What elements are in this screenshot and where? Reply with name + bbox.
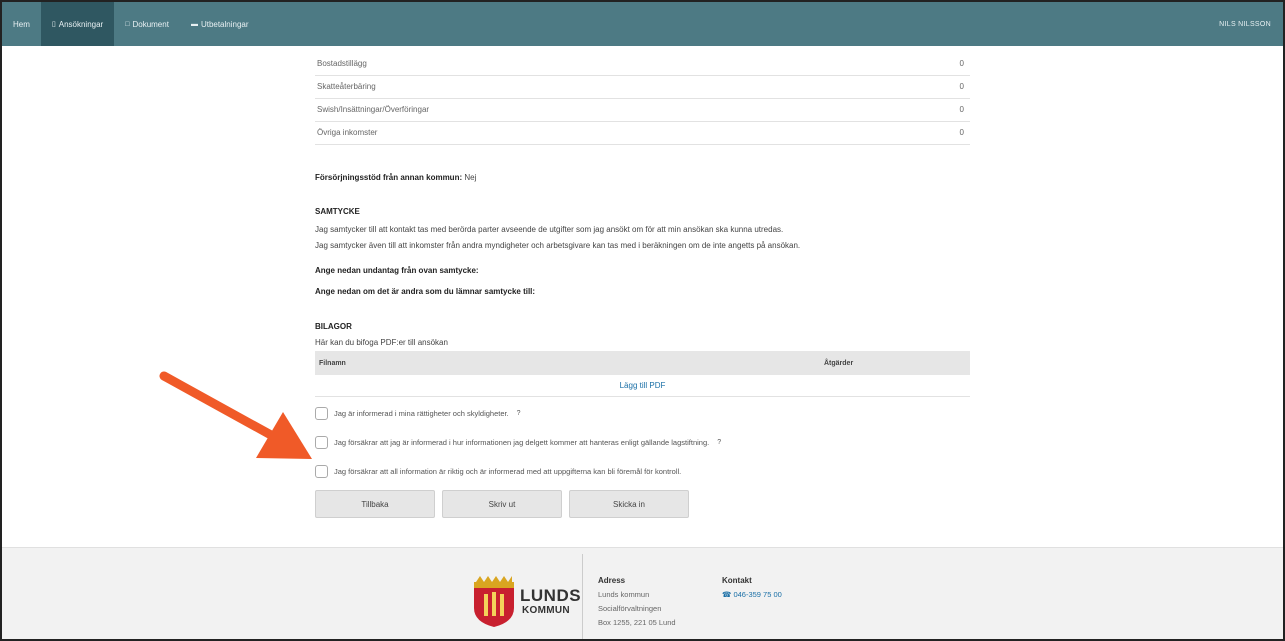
attachments-subtitle: Här kan du bifoga PDF:er till ansökan xyxy=(315,338,448,347)
income-value: 0 xyxy=(930,121,970,145)
footer-contact: Kontakt ☎ 046-359 75 00 xyxy=(722,574,782,602)
nav-item-ansokningar[interactable]: ▯ Ansökningar xyxy=(40,2,115,46)
attachments-header: Filnamn Åtgärder xyxy=(315,351,970,375)
income-label: Skatteåterbäring xyxy=(315,75,930,99)
table-row: Bostadstillägg 0 xyxy=(315,52,970,76)
logo-text-lunds: LUNDS xyxy=(520,586,582,605)
phone-number: 046-359 75 00 xyxy=(733,590,782,599)
income-section: Bostadstillägg 0 Skatteåterbäring 0 Swis… xyxy=(315,52,970,145)
nav-item-dokument[interactable]: □ Dokument xyxy=(114,2,180,46)
support-line: Försörjningsstöd från annan kommun: Nej xyxy=(315,173,476,182)
attachments-table: Filnamn Åtgärder Lägg till PDF xyxy=(315,351,970,397)
income-value: 0 xyxy=(930,98,970,122)
support-label: Försörjningsstöd från annan kommun: xyxy=(315,173,463,182)
check-handling: Jag försäkrar att jag är informerad i hu… xyxy=(315,436,721,449)
footer-address: Adress Lunds kommun Socialförvaltningen … xyxy=(598,574,676,630)
attachments-row: Lägg till PDF xyxy=(315,375,970,397)
consent-others: Ange nedan om det är andra som du lämnar… xyxy=(315,287,536,296)
support-value: Nej xyxy=(464,173,477,182)
income-table: Bostadstillägg 0 Skatteåterbäring 0 Swis… xyxy=(315,52,970,145)
col-actions: Åtgärder xyxy=(824,359,854,367)
help-icon[interactable]: ? xyxy=(517,410,521,417)
income-value: 0 xyxy=(930,52,970,76)
phone-link[interactable]: ☎ 046-359 75 00 xyxy=(722,588,782,602)
nav-item-label: Dokument xyxy=(132,19,169,29)
file-icon: □ xyxy=(125,20,130,28)
nav-item-label: Utbetalningar xyxy=(200,19,249,29)
income-label: Swish/Insättningar/Överföringar xyxy=(315,98,930,122)
consent-text-1: Jag samtycker till att kontakt tas med b… xyxy=(315,225,784,234)
nav-item-hem[interactable]: Hem xyxy=(2,2,41,46)
check-rights: Jag är informerad i mina rättigheter och… xyxy=(315,407,521,420)
address-line: Lunds kommun xyxy=(598,590,650,599)
nav-item-label: Ansökningar xyxy=(58,19,104,29)
col-filename: Filnamn xyxy=(319,359,346,367)
check-label: Jag försäkrar att all information är rik… xyxy=(334,467,682,476)
check-label: Jag försäkrar att jag är informerad i hu… xyxy=(334,438,710,447)
attachments-heading: BILAGOR xyxy=(315,322,352,331)
contact-title: Kontakt xyxy=(722,576,752,585)
table-row: Swish/Insättningar/Överföringar 0 xyxy=(315,98,970,122)
card-icon: ▬ xyxy=(190,20,198,28)
income-label: Övriga inkomster xyxy=(315,121,930,145)
consent-heading: SAMTYCKE xyxy=(315,207,360,216)
address-line: Socialförvaltningen xyxy=(598,604,662,613)
user-name[interactable]: NILS NILSSON xyxy=(1219,21,1271,28)
footer-divider xyxy=(582,554,583,639)
check-label: Jag är informerad i mina rättigheter och… xyxy=(334,409,509,418)
check-accuracy: Jag försäkrar att all information är rik… xyxy=(315,465,681,478)
consent-text-2: Jag samtycker även till att inkomster fr… xyxy=(315,241,801,250)
table-row: Skatteåterbäring 0 xyxy=(315,75,970,99)
back-button[interactable]: Tillbaka xyxy=(315,490,435,518)
document-icon: ▯ xyxy=(51,21,56,28)
income-value: 0 xyxy=(930,75,970,99)
top-nav: Hem ▯ Ansökningar □ Dokument ▬ Utbetalni… xyxy=(2,2,1283,46)
income-label: Bostadstillägg xyxy=(315,52,930,76)
logo-text-kommun: KOMMUN xyxy=(522,605,570,616)
nav-item-utbetalningar[interactable]: ▬ Utbetalningar xyxy=(180,2,260,46)
nav-item-label: Hem xyxy=(13,19,30,29)
arrow-annotation xyxy=(159,371,312,459)
print-button[interactable]: Skriv ut xyxy=(442,490,562,518)
consent-exceptions: Ange nedan undantag från ovan samtycke: xyxy=(315,266,479,275)
table-row: Övriga inkomster 0 xyxy=(315,121,970,145)
add-pdf-link[interactable]: Lägg till PDF xyxy=(620,381,666,390)
address-line: Box 1255, 221 05 Lund xyxy=(598,618,676,627)
page-frame: Hem ▯ Ansökningar □ Dokument ▬ Utbetalni… xyxy=(0,0,1285,641)
footer: LUNDS KOMMUN Adress Lunds kommun Socialf… xyxy=(2,547,1283,639)
help-icon[interactable]: ? xyxy=(717,439,721,446)
phone-icon: ☎ xyxy=(722,590,732,599)
address-title: Adress xyxy=(598,576,626,585)
send-button[interactable]: Skicka in xyxy=(569,490,689,518)
